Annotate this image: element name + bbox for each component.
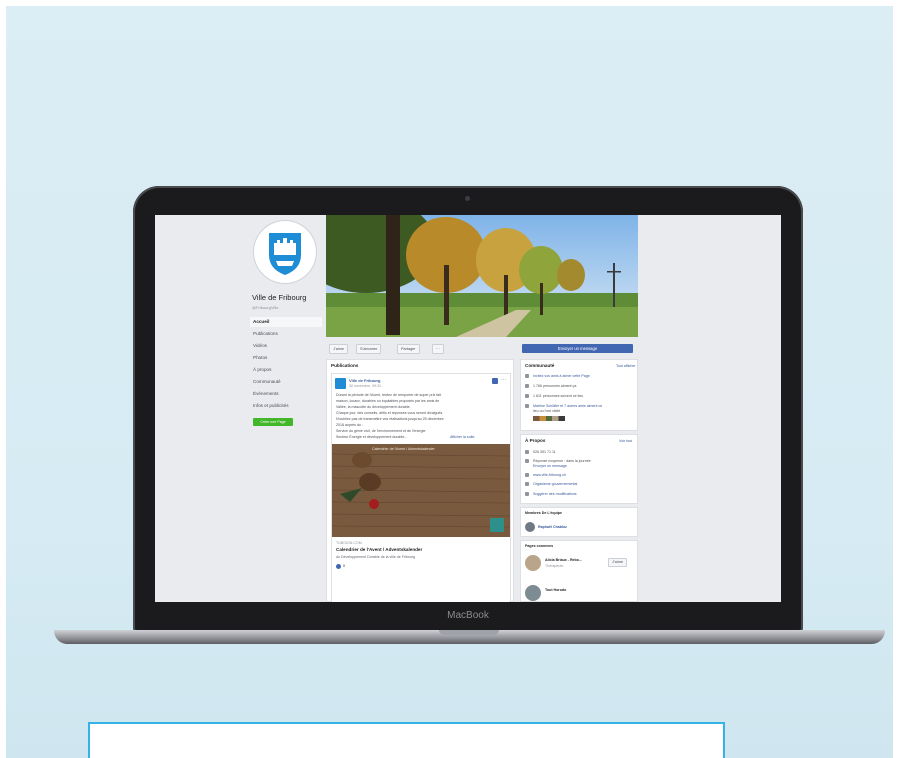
create-page-button[interactable]: Créer une Page (253, 418, 293, 426)
post-date[interactable]: 30 novembre, 09:31 · (349, 384, 383, 388)
about-card: À Propos Voir tout 026 351 71 11 Réponse… (520, 434, 638, 504)
send-message-button[interactable]: Envoyer un message (522, 344, 633, 353)
link-description: du Développement Durable de la ville de … (336, 555, 416, 559)
page-handle: @FribourgVille (252, 305, 279, 310)
follow-page-button[interactable]: S’abonner (356, 344, 382, 354)
post-image[interactable]: Calendrier de l'Avent / Adventskalender (332, 444, 510, 537)
post-text-line: Chaque jour, des conseils, défis et répo… (336, 411, 443, 415)
link-title[interactable]: Calendrier de l'Avent / Adventskalender (336, 547, 422, 552)
post-text-line: maison, locaux, durables ou équitables p… (336, 399, 440, 403)
thumbs-up-icon (525, 384, 529, 388)
page-profile-picture[interactable] (254, 221, 316, 283)
community-see-all[interactable]: Tout afficher (616, 364, 636, 368)
related-page-name[interactable]: Tout Horodo (545, 588, 566, 592)
related-page-name[interactable]: Alicia Briaux - Rebo... (545, 558, 582, 562)
fribourg-logo-icon (269, 233, 301, 275)
related-heading: Pages connexes (525, 544, 554, 548)
pencil-icon (525, 492, 529, 496)
see-more-link[interactable]: Afficher la suite (450, 435, 475, 439)
related-page-avatar[interactable] (525, 585, 541, 601)
laptop-brand-label: MacBook (447, 610, 489, 621)
phone-icon (525, 450, 529, 454)
nav-photos[interactable]: Photos (250, 353, 322, 363)
friends-avatars[interactable] (533, 416, 565, 421)
reaction-count[interactable]: 8 (343, 564, 345, 568)
cover-photo[interactable] (326, 215, 638, 337)
page-sidebar: Ville de Fribourg @FribourgVille Accueil… (250, 215, 322, 602)
post-options-icon[interactable]: ··· (501, 377, 506, 383)
pinecones-wood-photo (332, 444, 510, 537)
send-message-link[interactable]: Envoyer un message (533, 464, 567, 468)
posts-card: Publications Ville de Fribourg 30 novemb… (326, 359, 514, 602)
image-caption: Calendrier de l'Avent / Adventskalender (372, 447, 435, 451)
friends-liked-cont: lieu ou l'ont visité (533, 409, 561, 413)
phone-number: 026 351 71 11 (533, 450, 556, 454)
post-author[interactable]: Ville de Fribourg (349, 378, 381, 383)
like-reaction-icon[interactable] (336, 564, 341, 569)
post-text-line: 2018 auprès du : (336, 423, 363, 427)
laptop-notch (439, 630, 499, 635)
edit-icon[interactable] (492, 378, 498, 384)
invite-friends-link[interactable]: Invitez vos amis à aimer cette Page (533, 374, 590, 378)
nav-publications[interactable]: Publications (250, 329, 322, 339)
category-icon (525, 482, 529, 486)
post: Ville de Fribourg 30 novembre, 09:31 · ·… (331, 373, 511, 602)
about-see-all[interactable]: Voir tout (619, 439, 632, 443)
related-page-category: Thérapeute (545, 564, 564, 568)
post-text-line: Secteur Énergie et développement durable… (336, 435, 408, 439)
post-author-avatar[interactable] (335, 378, 346, 389)
related-pages-card: Pages connexes Alicia Briaux - Rebo... T… (520, 540, 638, 602)
suggest-edits-link[interactable]: Suggérer des modifications (533, 492, 577, 496)
invite-icon (525, 374, 529, 378)
facebook-page-screen: Ville de Fribourg @FribourgVille Accueil… (155, 215, 781, 602)
more-options-button[interactable]: ··· (432, 344, 444, 354)
mockup-background: Ville de Fribourg @FribourgVille Accueil… (6, 6, 893, 758)
nav-info-ads[interactable]: Infos et publicités (250, 401, 322, 411)
follow-icon (525, 394, 529, 398)
website-link[interactable]: www.ville-fribourg.ch (533, 473, 566, 477)
autumn-trees-photo (326, 215, 638, 337)
followers-count: 1 811 personnes suivent ce lieu (533, 394, 584, 398)
about-heading: À Propos (525, 438, 546, 443)
likes-count: 1 766 personnes aiment ça (533, 384, 577, 388)
member-avatar[interactable] (525, 522, 535, 532)
page-action-bar: J’aime S’abonner Partager ··· Envoyer un… (326, 341, 638, 355)
friends-liked[interactable]: Martine Schläfer et 7 autres amis aiment… (533, 404, 602, 408)
friends-icon (525, 404, 529, 408)
nav-videos[interactable]: Vidéos (250, 341, 322, 351)
post-text-line: N'oubliez pas de transmettre vos réalisa… (336, 417, 444, 421)
community-heading: Communauté (525, 363, 555, 368)
nav-about[interactable]: À propos (250, 365, 322, 375)
post-text-line: Vallée, la mascotte du développement dur… (336, 405, 411, 409)
laptop-lid: Ville de Fribourg @FribourgVille Accueil… (133, 186, 803, 632)
caption-box (88, 722, 725, 758)
category-link[interactable]: Organisme gouvernemental (533, 482, 577, 486)
camera (465, 196, 470, 201)
team-card: Membres De L'équipe Raphaël Chabloz (520, 507, 638, 537)
team-heading: Membres De L'équipe (525, 511, 563, 515)
community-card: Communauté Tout afficher Invitez vos ami… (520, 359, 638, 431)
link-domain: TUBOIGN.COM (336, 541, 362, 545)
post-text-line: Service du génie civil, de l'environneme… (336, 429, 426, 433)
page-title: Ville de Fribourg (252, 293, 307, 302)
response-time: Réponse moyenne : dans la journée (533, 459, 591, 463)
globe-icon (525, 473, 529, 477)
related-page-avatar[interactable] (525, 555, 541, 571)
laptop-base (54, 630, 885, 644)
nav-community[interactable]: Communauté (250, 377, 322, 387)
posts-heading: Publications (331, 363, 359, 368)
nav-home[interactable]: Accueil (250, 317, 322, 327)
post-text-line: Durant la période de l'Avent, tentez de … (336, 393, 442, 397)
message-icon (525, 459, 529, 463)
like-page-button[interactable]: J’aime (329, 344, 348, 354)
nav-events[interactable]: Évènements (250, 389, 322, 399)
share-page-button[interactable]: Partager (397, 344, 420, 354)
related-like-button[interactable]: J’aime (608, 558, 627, 567)
team-member-name[interactable]: Raphaël Chabloz (538, 525, 567, 529)
